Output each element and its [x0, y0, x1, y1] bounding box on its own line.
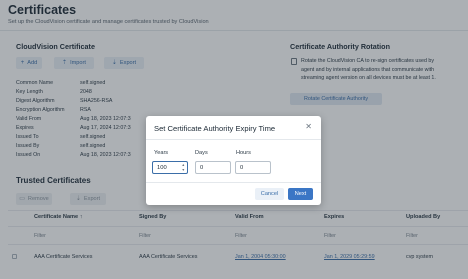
spinner-icon[interactable]: ▲ ▼ [181, 163, 185, 172]
hours-input[interactable]: 0 [235, 161, 271, 174]
dialog-title: Set Certificate Authority Expiry Time [154, 124, 276, 133]
years-value: 100 [157, 164, 167, 171]
dialog-header-divider [146, 139, 321, 140]
years-label: Years [154, 150, 169, 156]
hours-label: Hours [236, 150, 251, 156]
days-input[interactable]: 0 [195, 161, 231, 174]
years-input[interactable]: 100 ▲ ▼ [152, 161, 188, 174]
hours-value: 0 [240, 164, 244, 171]
days-value: 0 [200, 164, 204, 171]
close-icon[interactable]: ✕ [305, 122, 312, 131]
days-label: Days [195, 150, 208, 156]
cancel-button[interactable]: Cancel [255, 188, 284, 200]
next-button[interactable]: Next [288, 188, 313, 200]
expiry-time-dialog: Set Certificate Authority Expiry Time ✕ … [146, 116, 321, 205]
dialog-footer-divider [146, 182, 321, 183]
